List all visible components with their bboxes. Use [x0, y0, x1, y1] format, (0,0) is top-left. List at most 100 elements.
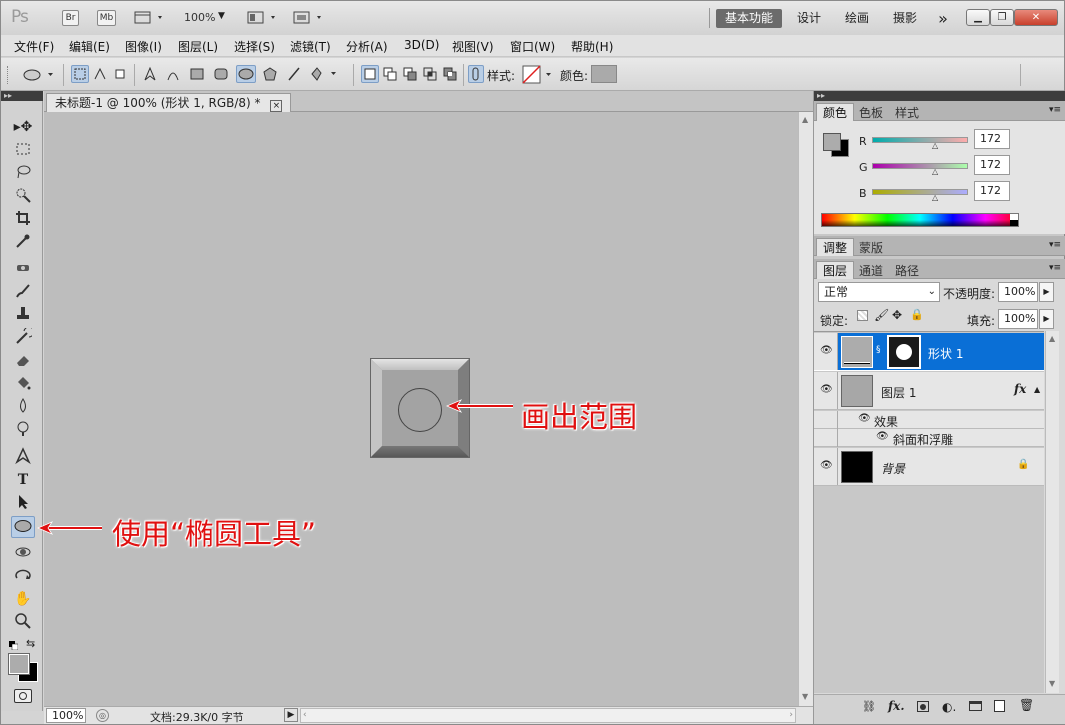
menu-filter[interactable]: 滤镜(T) — [290, 38, 331, 55]
move-tool-icon[interactable]: ▸✥ — [12, 117, 34, 137]
tab-layers[interactable]: 图层 — [816, 261, 855, 279]
eyedropper-tool-icon[interactable] — [12, 232, 34, 252]
add-layer-style-icon[interactable]: fx. — [888, 699, 905, 713]
type-tool-icon[interactable]: T — [12, 470, 34, 490]
scroll-down-icon[interactable]: ▼ — [1049, 679, 1055, 688]
scroll-up-icon[interactable]: ▲ — [802, 115, 808, 124]
color-panel-fg-swatch[interactable] — [823, 133, 841, 151]
menu-view[interactable]: 视图(V) — [452, 38, 494, 55]
restore-icon[interactable]: ❐ — [990, 9, 1014, 26]
menu-select[interactable]: 选择(S) — [234, 38, 275, 55]
panel-menu-icon[interactable]: ▾≡ — [1049, 240, 1061, 250]
scroll-right-icon[interactable]: › — [789, 710, 793, 720]
menu-edit[interactable]: 编辑(E) — [69, 38, 110, 55]
menu-analysis[interactable]: 分析(A) — [346, 38, 388, 55]
collapse-icon[interactable]: ▸▸ — [1, 91, 43, 101]
brush-tool-icon[interactable] — [12, 282, 34, 302]
layer-effect-bevel-row[interactable]: 👁 斜面和浮雕 — [814, 429, 1044, 447]
color-swatch[interactable] — [591, 65, 617, 83]
custom-shape-button[interactable] — [308, 65, 340, 83]
document-canvas[interactable]: 画出范围 — [44, 112, 798, 706]
pen-tool-button[interactable] — [141, 65, 159, 83]
subtract-shape-area-button[interactable] — [401, 65, 419, 83]
menu-window[interactable]: 窗口(W) — [510, 38, 555, 55]
healing-brush-tool-icon[interactable] — [12, 259, 34, 279]
layer-row-layer1[interactable]: 👁 图层 1 fx ▲ — [814, 372, 1044, 410]
default-colors-icon[interactable] — [9, 639, 19, 651]
view-extras-dropdown[interactable] — [134, 10, 166, 26]
more-workspaces-icon[interactable]: » — [932, 9, 954, 28]
dock-collapse-icon[interactable]: ▸▸ — [814, 91, 1065, 101]
paint-bucket-tool-icon[interactable] — [12, 374, 34, 394]
link-layers-icon[interactable]: ⛓ — [862, 700, 876, 713]
menu-help[interactable]: 帮助(H) — [571, 38, 613, 55]
tab-styles[interactable]: 样式 — [888, 103, 926, 121]
zoom-field[interactable]: 100% — [46, 708, 86, 723]
polygon-button[interactable] — [261, 65, 279, 83]
close-icon[interactable]: ✕ — [1014, 9, 1058, 26]
path-selection-tool-icon[interactable] — [12, 493, 34, 513]
status-info-icon[interactable]: ◎ — [96, 709, 109, 722]
tab-channels[interactable]: 通道 — [852, 261, 890, 279]
rectangle-button[interactable] — [188, 65, 206, 83]
pen-tool-icon[interactable] — [12, 447, 34, 467]
scroll-left-icon[interactable]: ‹ — [303, 710, 307, 720]
menu-image[interactable]: 图像(I) — [125, 38, 162, 55]
panel-menu-icon[interactable]: ▾≡ — [1049, 263, 1061, 273]
fill-slider-arrow-icon[interactable]: ▶ — [1039, 309, 1054, 329]
add-mask-icon[interactable] — [917, 701, 929, 712]
bridge-button[interactable]: Br — [62, 10, 79, 26]
document-tab[interactable]: 未标题-1 @ 100% (形状 1, RGB/8) * × — [46, 93, 292, 112]
mini-bridge-button[interactable]: Mb — [97, 10, 116, 26]
screen-mode-dropdown[interactable] — [293, 10, 325, 26]
quick-selection-tool-icon[interactable] — [12, 186, 34, 206]
link-style-button[interactable] — [468, 65, 484, 83]
rounded-rectangle-button[interactable] — [212, 65, 230, 83]
chevron-down-icon[interactable]: ▼ — [218, 11, 225, 21]
blur-tool-icon[interactable] — [12, 397, 34, 417]
lock-pixels-icon[interactable]: 🖌 — [874, 308, 889, 322]
create-new-shape-layer-button[interactable] — [361, 65, 379, 83]
color-ramp[interactable] — [821, 213, 1019, 227]
eraser-tool-icon[interactable] — [12, 351, 34, 371]
freeform-pen-button[interactable] — [164, 65, 182, 83]
lock-all-icon[interactable]: 🔒 — [910, 308, 924, 321]
visibility-eye-icon[interactable]: 👁 — [820, 460, 834, 471]
quick-mask-icon[interactable] — [14, 689, 32, 703]
visibility-eye-icon[interactable]: 👁 — [858, 413, 871, 424]
blend-mode-select[interactable]: 正常 ⌄ — [818, 282, 940, 302]
channel-b-slider[interactable] — [872, 189, 968, 195]
scroll-up-icon[interactable]: ▲ — [1049, 334, 1055, 343]
scroll-down-icon[interactable]: ▼ — [802, 692, 808, 701]
workspace-design[interactable]: 设计 — [794, 9, 824, 28]
tab-masks[interactable]: 蒙版 — [852, 238, 890, 256]
fill-input[interactable]: 100% — [998, 309, 1038, 329]
intersect-shape-areas-button[interactable] — [421, 65, 439, 83]
layer-row-shape1[interactable]: 👁 § 形状 1 — [814, 333, 1044, 371]
zoom-level-dropdown[interactable]: 100% — [184, 11, 215, 24]
chain-link-icon[interactable]: § — [876, 345, 881, 355]
add-to-shape-area-button[interactable] — [381, 65, 399, 83]
panel-menu-icon[interactable]: ▾≡ — [1049, 105, 1061, 115]
minimize-icon[interactable]: ▁ — [966, 9, 990, 26]
lock-position-icon[interactable]: ✥ — [892, 308, 902, 322]
new-layer-icon[interactable] — [994, 700, 1005, 712]
workspace-essentials[interactable]: 基本功能 — [716, 9, 782, 28]
horizontal-scrollbar[interactable]: ‹ › — [300, 708, 796, 723]
fill-pixels-button[interactable] — [111, 65, 129, 83]
shape-layers-button[interactable] — [71, 65, 89, 83]
exclude-overlapping-button[interactable] — [441, 65, 459, 83]
workspace-photography[interactable]: 摄影 — [890, 9, 920, 28]
tab-color[interactable]: 颜色 — [816, 103, 855, 121]
channel-g-slider[interactable] — [872, 163, 968, 169]
dodge-tool-icon[interactable] — [12, 420, 34, 440]
close-tab-icon[interactable]: × — [270, 100, 283, 112]
opacity-input[interactable]: 100% — [998, 282, 1038, 302]
workspace-painting[interactable]: 绘画 — [842, 9, 872, 28]
tab-paths[interactable]: 路径 — [888, 261, 926, 279]
adjustment-layer-icon[interactable]: ◐. — [942, 700, 956, 714]
channel-r-slider[interactable] — [872, 137, 968, 143]
fx-badge[interactable]: fx — [1014, 382, 1026, 396]
arrange-documents-dropdown[interactable] — [247, 10, 279, 26]
menu-layer[interactable]: 图层(L) — [178, 38, 218, 55]
